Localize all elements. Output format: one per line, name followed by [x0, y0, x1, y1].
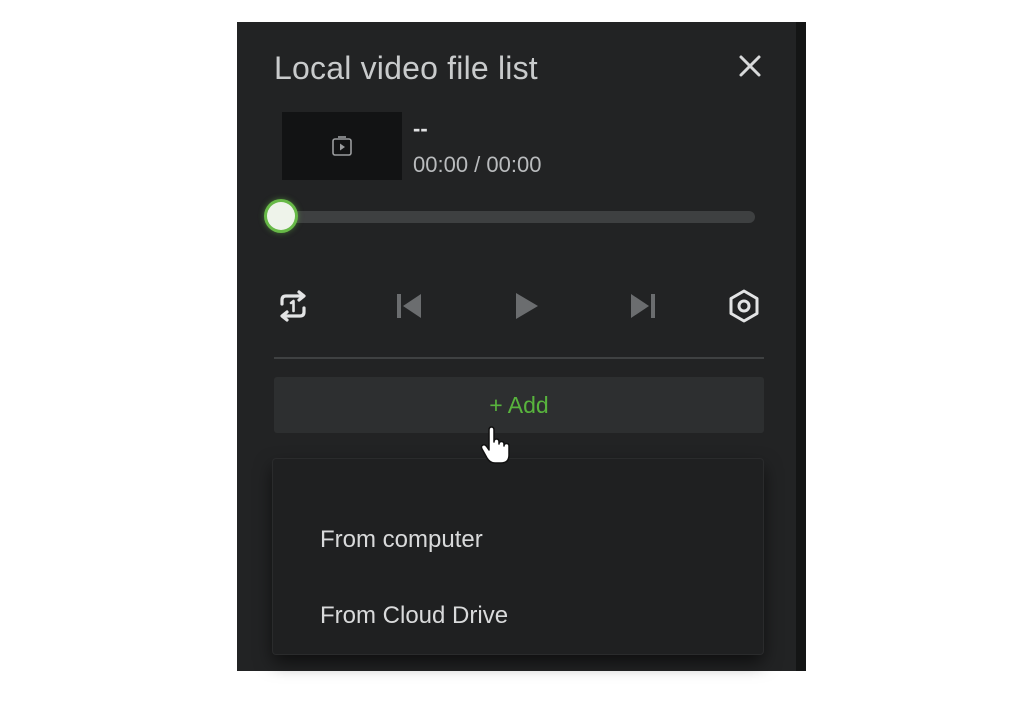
- panel-title: Local video file list: [274, 50, 538, 86]
- skip-next-icon: [631, 294, 655, 318]
- play-icon: [516, 293, 538, 319]
- settings-hexagon-icon: [729, 289, 759, 323]
- divider: [274, 357, 764, 359]
- settings-button[interactable]: [725, 287, 763, 325]
- add-button[interactable]: + Add: [274, 377, 764, 433]
- add-source-menu: From computer From Cloud Drive: [273, 459, 763, 654]
- close-icon: [739, 55, 761, 77]
- play-square-icon: [332, 136, 352, 156]
- video-name: --: [413, 116, 428, 141]
- menu-item-from-computer[interactable]: From computer: [273, 511, 763, 569]
- panel-edge: [796, 22, 806, 671]
- play-button[interactable]: [507, 287, 545, 325]
- next-button[interactable]: [624, 287, 662, 325]
- video-time: 00:00 / 00:00: [413, 152, 542, 177]
- loop-button[interactable]: [274, 287, 312, 325]
- previous-button[interactable]: [390, 287, 428, 325]
- progress-handle[interactable]: [267, 202, 295, 230]
- local-video-panel: Local video file list -- 00:00 / 00:00 +…: [237, 22, 806, 671]
- skip-previous-icon: [397, 294, 421, 318]
- repeat-one-icon: [280, 290, 306, 322]
- video-thumbnail[interactable]: [282, 112, 402, 180]
- close-button[interactable]: [734, 50, 768, 84]
- progress-slider[interactable]: [267, 202, 755, 230]
- menu-item-from-cloud-drive[interactable]: From Cloud Drive: [273, 587, 763, 645]
